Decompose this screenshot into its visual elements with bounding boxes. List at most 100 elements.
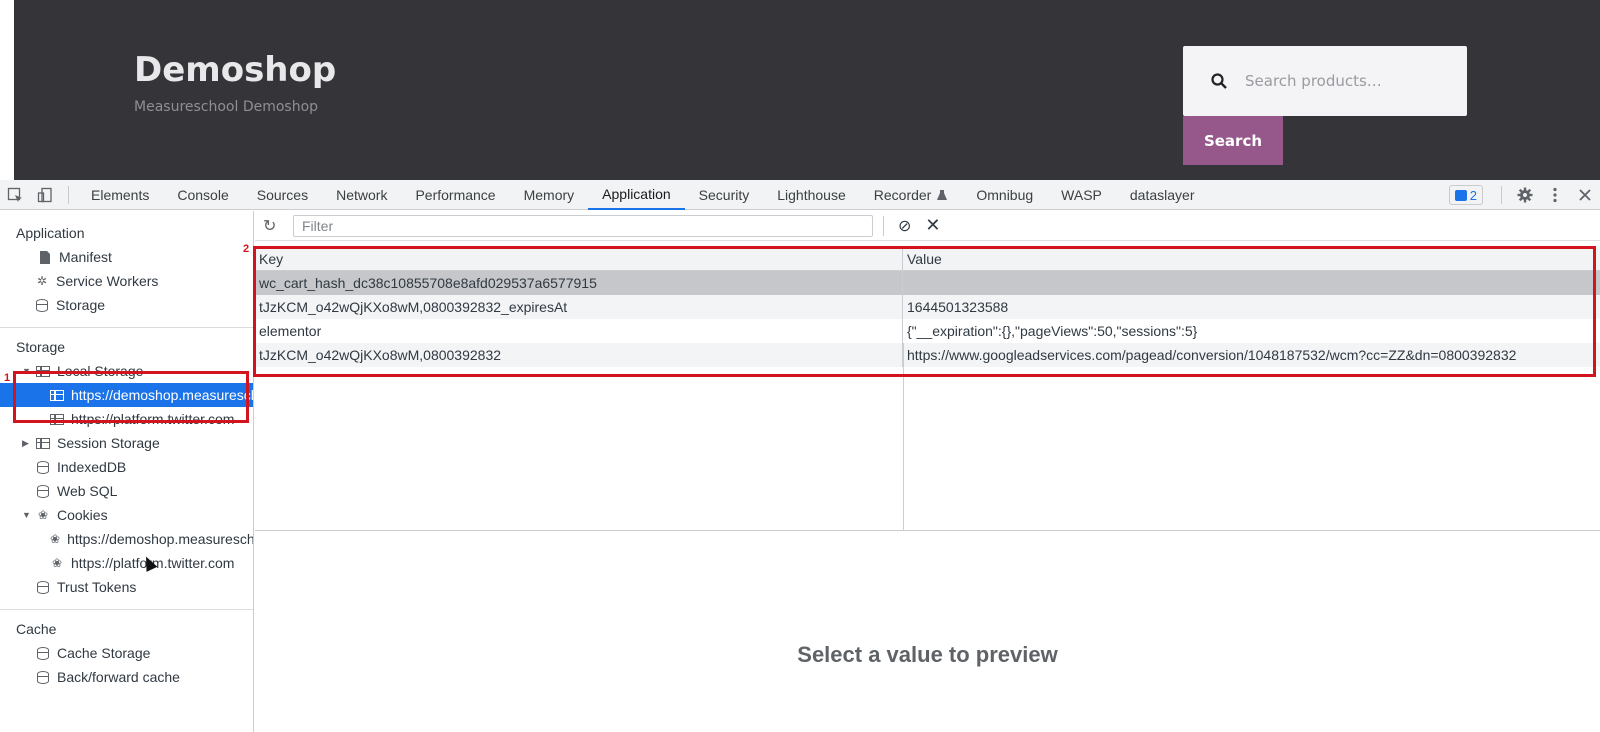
table-row[interactable]: elementor {"__expiration":{},"pageViews"…	[255, 319, 1600, 343]
table-row[interactable]: tJzKCM_o42wQjKXo8wM,0800392832_expiresAt…	[255, 295, 1600, 319]
sidebar-item-cookies-twitter[interactable]: ❀ https://platform.twitter.com	[0, 551, 253, 575]
delete-selected-icon[interactable]: ✕	[925, 215, 940, 236]
flask-icon	[937, 189, 948, 200]
cookie-icon: ❀	[37, 508, 49, 522]
sidebar-item-cookies-demoshop[interactable]: ❀ https://demoshop.measureschool.com	[0, 527, 253, 551]
document-icon	[38, 250, 52, 264]
table-cell-value[interactable]: 1644501323588	[903, 295, 1600, 319]
tab-memory[interactable]: Memory	[510, 180, 589, 210]
sidebar-item-indexeddb[interactable]: IndexedDB	[0, 455, 253, 479]
filter-input[interactable]: Filter	[293, 214, 873, 237]
section-cache: Cache	[16, 621, 57, 637]
tab-recorder-label: Recorder	[873, 186, 932, 203]
chevron-right-icon[interactable]: ▶	[22, 438, 32, 449]
table-header-row: Key Value	[255, 246, 1600, 271]
messages-count: 2	[1469, 187, 1477, 203]
tab-security[interactable]: Security	[685, 180, 764, 210]
sidebar-item-trust-tokens[interactable]: Trust Tokens	[0, 575, 253, 599]
search-icon	[1211, 73, 1227, 89]
section-divider	[0, 327, 253, 328]
sidebar-item-label: Service Workers	[56, 273, 159, 289]
column-header-value[interactable]: Value	[903, 247, 1600, 271]
column-header-key[interactable]: Key	[255, 246, 903, 271]
search-placeholder: Search products…	[1245, 72, 1382, 90]
site-header: Demoshop Measureschool Demoshop Search p…	[14, 0, 1600, 180]
tab-network[interactable]: Network	[322, 180, 401, 210]
tab-sources[interactable]: Sources	[243, 180, 322, 210]
gear-icon: ✲	[36, 274, 48, 288]
toolbar-divider	[1501, 186, 1502, 204]
site-subtitle: Measureschool Demoshop	[134, 99, 319, 115]
local-storage-table: Key Value wc_cart_hash_dc38c10855708e8af…	[255, 246, 1600, 367]
sidebar-item-session-storage[interactable]: ▶ Session Storage	[0, 431, 253, 455]
gear-icon[interactable]	[1510, 180, 1540, 210]
tab-elements[interactable]: Elements	[77, 180, 163, 210]
sidebar-item-label: Session Storage	[57, 435, 160, 451]
sidebar-item-label: Web SQL	[57, 483, 118, 499]
table-cell-value[interactable]: {"__expiration":{},"pageViews":50,"sessi…	[903, 319, 1600, 343]
sidebar-item-back-forward-cache[interactable]: Back/forward cache	[0, 665, 253, 689]
sidebar-item-label: https://demoshop.measureschool.com	[71, 387, 253, 403]
tab-omnibug[interactable]: Omnibug	[962, 180, 1047, 210]
message-icon	[1454, 189, 1467, 201]
messages-badge[interactable]: 2	[1448, 185, 1483, 205]
sidebar-item-label: Local Storage	[57, 363, 144, 379]
tab-application[interactable]: Application	[588, 180, 685, 210]
table-cell-key[interactable]: tJzKCM_o42wQjKXo8wM,0800392832	[255, 343, 903, 367]
tab-recorder[interactable]: Recorder	[860, 180, 963, 210]
sidebar-item-storage[interactable]: Storage	[0, 293, 253, 317]
table-cell-value[interactable]	[903, 271, 1600, 295]
column-divider[interactable]	[903, 343, 904, 530]
sidebar-item-label: Storage	[56, 297, 106, 313]
sidebar-item-local-storage-twitter[interactable]: https://platform.twitter.com	[0, 407, 253, 431]
sidebar-item-label: Cache Storage	[57, 645, 151, 661]
clear-all-icon[interactable]: ⊘	[898, 216, 911, 236]
more-options-icon[interactable]	[1540, 180, 1570, 210]
tab-console[interactable]: Console	[163, 180, 242, 210]
sidebar-item-manifest[interactable]: Manifest	[0, 245, 253, 269]
value-preview-pane: Select a value to preview	[255, 531, 1600, 732]
tab-dataslayer[interactable]: dataslayer	[1116, 180, 1209, 210]
chevron-down-icon[interactable]: ▼	[22, 510, 32, 520]
database-icon	[36, 646, 50, 660]
grid-icon	[36, 364, 50, 378]
section-application: Application	[16, 225, 85, 241]
table-row[interactable]: tJzKCM_o42wQjKXo8wM,0800392832 https://w…	[255, 343, 1600, 367]
preview-placeholder: Select a value to preview	[797, 641, 1058, 667]
sidebar-item-label: https://platform.twitter.com	[71, 411, 235, 427]
table-row[interactable]: wc_cart_hash_dc38c10855708e8afd029537a65…	[255, 271, 1600, 295]
tab-performance[interactable]: Performance	[401, 180, 509, 210]
sidebar-item-cookies[interactable]: ▼ ❀ Cookies	[0, 503, 253, 527]
grid-icon	[50, 388, 64, 402]
sidebar-item-local-storage-demoshop[interactable]: https://demoshop.measureschool.com	[0, 383, 253, 407]
highlight-label-2: 2	[243, 243, 250, 255]
close-icon[interactable]	[1570, 180, 1600, 210]
devtools-actions: 2	[1448, 180, 1600, 210]
search-button[interactable]: Search	[1183, 116, 1283, 165]
sidebar-item-local-storage[interactable]: ▼ Local Storage	[0, 359, 253, 383]
device-toolbar-icon[interactable]	[30, 180, 60, 210]
table-cell-key[interactable]: wc_cart_hash_dc38c10855708e8afd029537a65…	[255, 271, 903, 295]
tab-wasp[interactable]: WASP	[1047, 180, 1116, 210]
table-cell-value[interactable]: https://www.googleadservices.com/pagead/…	[903, 343, 1600, 367]
refresh-icon[interactable]: ↻	[263, 216, 283, 236]
database-icon	[36, 484, 50, 498]
database-icon	[35, 298, 49, 312]
sidebar-item-service-workers[interactable]: ✲ Service Workers	[0, 269, 253, 293]
cookie-icon: ❀	[50, 532, 61, 546]
tab-lighthouse[interactable]: Lighthouse	[763, 180, 860, 210]
database-icon	[36, 670, 50, 684]
database-icon	[36, 460, 50, 474]
table-cell-key[interactable]: tJzKCM_o42wQjKXo8wM,0800392832_expiresAt	[255, 295, 903, 319]
database-icon	[36, 580, 50, 594]
sidebar-item-websql[interactable]: Web SQL	[0, 479, 253, 503]
table-cell-key[interactable]: elementor	[255, 319, 903, 343]
inspect-element-icon[interactable]	[0, 180, 30, 210]
sidebar-item-cache-storage[interactable]: Cache Storage	[0, 641, 253, 665]
chevron-down-icon[interactable]: ▼	[22, 366, 32, 376]
sidebar-item-label: Back/forward cache	[57, 669, 180, 685]
search-input[interactable]: Search products…	[1183, 46, 1467, 116]
cookie-icon: ❀	[51, 556, 63, 570]
site-title[interactable]: Demoshop	[134, 50, 336, 90]
storage-main-pane: ↻ Filter ⊘ ✕ Key Value wc_cart_hash_dc38…	[255, 211, 1600, 732]
